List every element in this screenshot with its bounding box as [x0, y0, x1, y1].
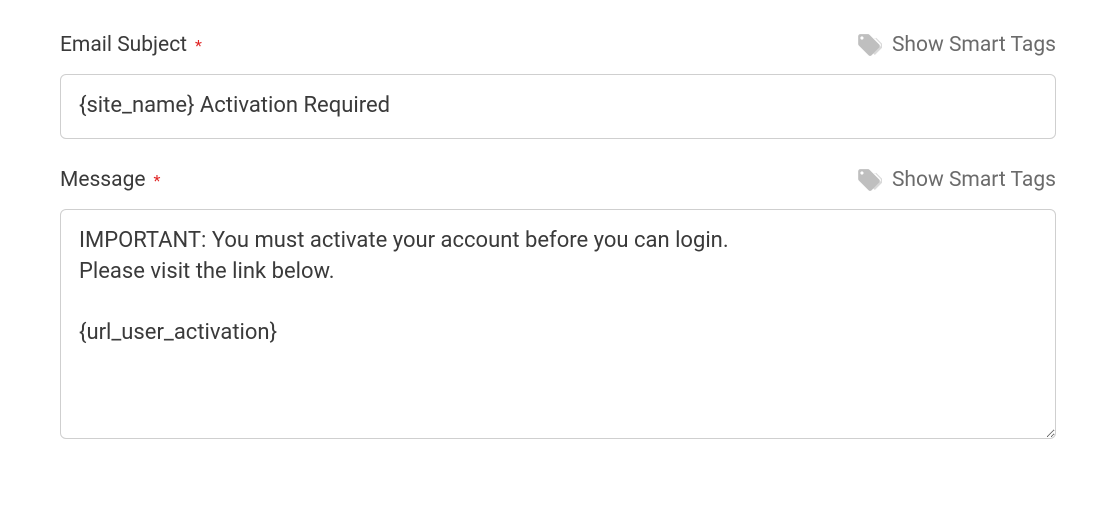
tags-icon — [856, 167, 882, 193]
show-smart-tags-message[interactable]: Show Smart Tags — [856, 167, 1056, 193]
show-smart-tags-label: Show Smart Tags — [892, 168, 1056, 192]
email-subject-label-row: Email Subject * Show Smart Tags — [60, 32, 1056, 58]
required-asterisk: * — [195, 36, 202, 55]
email-subject-input[interactable] — [60, 74, 1056, 139]
show-smart-tags-subject[interactable]: Show Smart Tags — [856, 32, 1056, 58]
email-subject-label: Email Subject — [60, 33, 187, 57]
message-textarea[interactable] — [60, 209, 1056, 439]
show-smart-tags-label: Show Smart Tags — [892, 33, 1056, 57]
email-subject-label-wrapper: Email Subject * — [60, 33, 202, 57]
message-label-row: Message * Show Smart Tags — [60, 167, 1056, 193]
message-label: Message — [60, 168, 146, 192]
email-subject-group: Email Subject * Show Smart Tags — [60, 32, 1056, 139]
message-group: Message * Show Smart Tags — [60, 167, 1056, 443]
tags-icon — [856, 32, 882, 58]
required-asterisk: * — [153, 171, 160, 190]
message-label-wrapper: Message * — [60, 168, 160, 192]
